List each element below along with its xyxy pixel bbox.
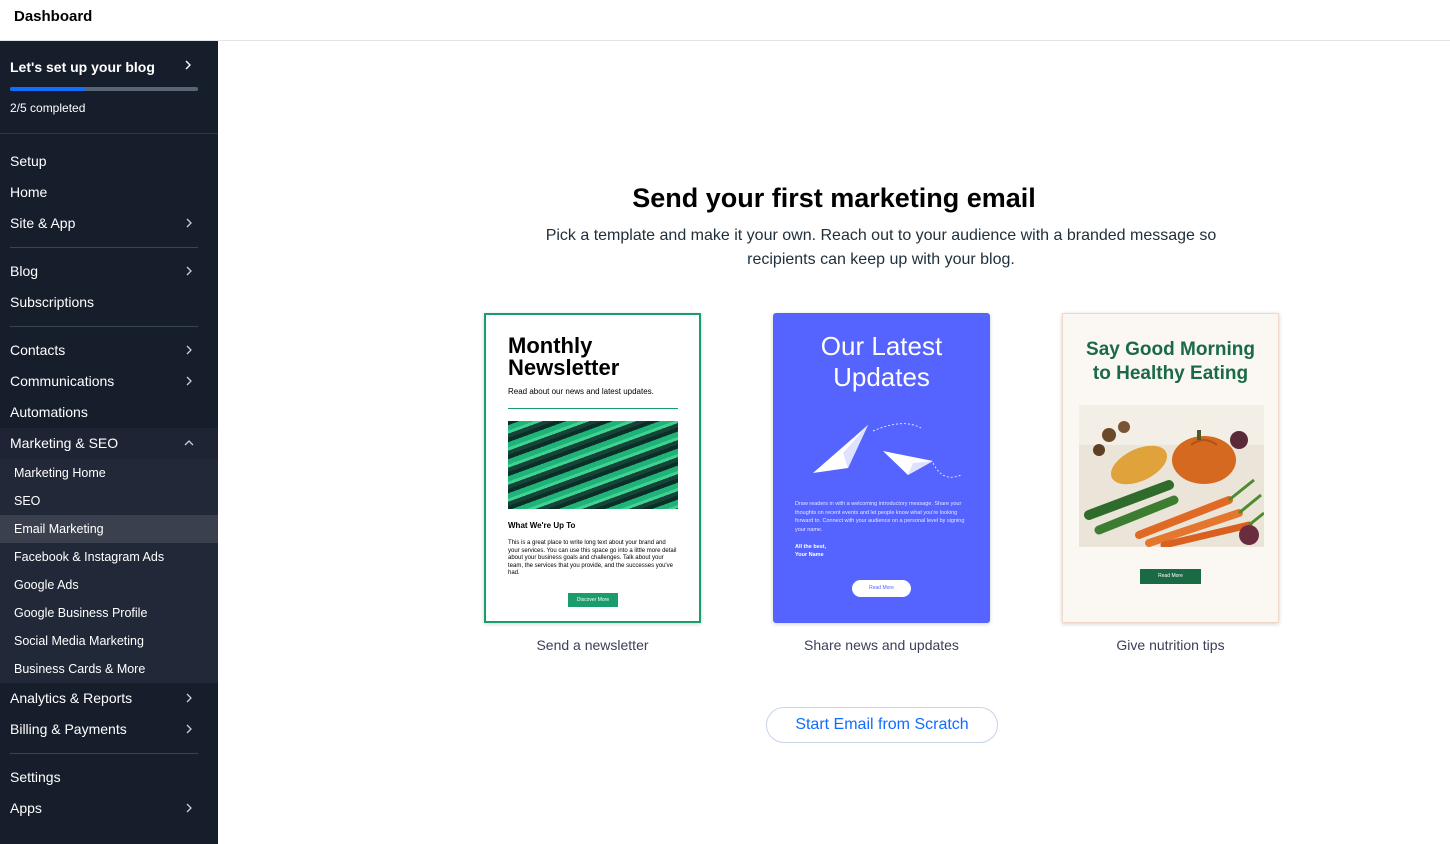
sidebar-subitem-facebook-instagram-ads[interactable]: Facebook & Instagram Ads	[0, 543, 218, 571]
sidebar-item-label: Billing & Payments	[10, 721, 127, 737]
sidebar-item-apps[interactable]: Apps	[0, 793, 218, 824]
sidebar-subitem-email-marketing[interactable]: Email Marketing	[0, 515, 218, 543]
page-title: Dashboard	[14, 8, 93, 25]
sidebar-subitem-seo[interactable]: SEO	[0, 487, 218, 515]
sidebar-divider	[10, 753, 198, 754]
template-title-line: Monthly	[508, 333, 593, 358]
sidebar-subitem-social-media-marketing[interactable]: Social Media Marketing	[0, 627, 218, 655]
sidebar-item-label: Communications	[10, 373, 115, 389]
start-from-scratch-button[interactable]: Start Email from Scratch	[766, 707, 998, 743]
template-title: Our Latest Updates	[773, 331, 990, 393]
sidebar-subitem-marketing-home[interactable]: Marketing Home	[0, 459, 218, 487]
template-signature-line: Your Name	[795, 552, 824, 558]
sidebar-subitem-label: SEO	[14, 494, 41, 508]
setup-title: Let's set up your blog	[10, 59, 155, 75]
sidebar: Let's set up your blog 2/5 completed Set…	[0, 41, 218, 844]
sidebar-item-label: Settings	[10, 769, 61, 785]
sidebar-item-analytics-reports[interactable]: Analytics & Reports	[0, 683, 218, 714]
sidebar-item-automations[interactable]: Automations	[0, 397, 218, 428]
template-title-line: to Healthy Eating	[1092, 363, 1249, 384]
sidebar-item-label: Marketing & SEO	[10, 435, 119, 451]
sidebar-item-label: Site & App	[10, 215, 76, 231]
sidebar-item-home[interactable]: Home	[0, 177, 218, 208]
template-signature: All the best, Your Name	[795, 543, 826, 559]
sidebar-subitem-label: Google Ads	[14, 578, 79, 592]
sidebar-item-label: Setup	[10, 153, 47, 169]
chevron-right-icon	[183, 344, 195, 356]
template-title-line: Say Good Morning	[1086, 339, 1255, 360]
vegetables-image	[1079, 405, 1265, 549]
template-cta-button: Discover More	[568, 593, 618, 607]
sidebar-item-contacts[interactable]: Contacts	[0, 335, 218, 366]
template-intro: Read about our news and latest updates.	[508, 387, 654, 396]
template-cta-button: Read More	[852, 580, 911, 597]
sidebar-item-label: Blog	[10, 263, 39, 279]
sidebar-item-label: Home	[10, 184, 48, 200]
template-divider	[508, 408, 678, 409]
sidebar-item-marketing-seo[interactable]: Marketing & SEO	[0, 428, 218, 459]
sidebar-subitem-label: Business Cards & More	[14, 662, 146, 676]
chevron-right-icon	[183, 375, 195, 387]
chevron-up-icon	[183, 437, 195, 449]
sidebar-item-billing-payments[interactable]: Billing & Payments	[0, 714, 218, 745]
sidebar-item-blog[interactable]: Blog	[0, 256, 218, 287]
sidebar-divider	[10, 247, 198, 248]
chevron-right-icon	[183, 802, 195, 814]
paper-plane-icon	[803, 413, 963, 488]
abstract-green-image	[508, 421, 678, 509]
template-body-text: Draw readers in with a welcoming introdu…	[795, 501, 965, 533]
template-title-line: Our Latest	[820, 331, 943, 361]
setup-progress-bar	[10, 87, 198, 91]
template-section-title: What We're Up To	[508, 521, 576, 530]
sidebar-item-settings[interactable]: Settings	[0, 762, 218, 793]
chevron-right-icon	[183, 723, 195, 735]
sidebar-item-label: Subscriptions	[10, 294, 95, 310]
sidebar-subitem-label: Google Business Profile	[14, 606, 148, 620]
template-title: Monthly Newsletter	[508, 335, 619, 379]
main-content: Send your first marketing email Pick a t…	[218, 41, 1450, 844]
sidebar-item-subscriptions[interactable]: Subscriptions	[0, 287, 218, 318]
chevron-right-icon	[182, 59, 194, 71]
sidebar-subitem-label: Marketing Home	[14, 466, 106, 480]
page-headline: Send your first marketing email	[632, 183, 1036, 213]
sidebar-item-label: Contacts	[10, 342, 66, 358]
top-bar: Dashboard	[0, 0, 1450, 41]
sidebar-subitem-label: Email Marketing	[14, 522, 104, 536]
setup-progress-card[interactable]: Let's set up your blog 2/5 completed	[0, 41, 218, 134]
template-title: Say Good Morning to Healthy Eating	[1063, 338, 1278, 386]
sidebar-subitem-google-ads[interactable]: Google Ads	[0, 571, 218, 599]
sidebar-subitem-google-business-profile[interactable]: Google Business Profile	[0, 599, 218, 627]
template-title-line: Newsletter	[508, 355, 620, 380]
template-caption: Give nutrition tips	[1116, 637, 1225, 653]
sidebar-item-site-app[interactable]: Site & App	[0, 208, 218, 239]
sidebar-item-setup[interactable]: Setup	[0, 146, 218, 177]
sidebar-item-label: Apps	[10, 800, 42, 816]
sidebar-item-label: Automations	[10, 404, 88, 420]
template-card-newsletter[interactable]: Monthly Newsletter Read about our news a…	[484, 313, 701, 623]
template-title-line: Updates	[833, 362, 930, 392]
setup-progress-text: 2/5 completed	[10, 101, 86, 115]
sidebar-item-label: Analytics & Reports	[10, 690, 133, 706]
sidebar-subitem-label: Social Media Marketing	[14, 634, 144, 648]
template-caption: Share news and updates	[804, 637, 959, 653]
template-body-text: This is a great place to write long text…	[508, 540, 677, 576]
template-caption: Send a newsletter	[536, 637, 649, 653]
template-cta-button: Read More	[1140, 569, 1201, 584]
sidebar-subitem-business-cards[interactable]: Business Cards & More	[0, 655, 218, 683]
sidebar-subitem-label: Facebook & Instagram Ads	[14, 550, 165, 564]
template-signature-line: All the best,	[795, 544, 827, 550]
sidebar-divider	[10, 326, 198, 327]
setup-progress-fill	[10, 87, 86, 91]
chevron-right-icon	[183, 692, 195, 704]
chevron-right-icon	[183, 265, 195, 277]
template-card-updates[interactable]: Our Latest Updates Draw readers in with …	[773, 313, 990, 623]
page-description: Pick a template and make it your own. Re…	[545, 227, 1217, 268]
chevron-right-icon	[183, 217, 195, 229]
sidebar-item-communications[interactable]: Communications	[0, 366, 218, 397]
template-card-nutrition[interactable]: Say Good Morning to Healthy Eating Read …	[1062, 313, 1279, 623]
